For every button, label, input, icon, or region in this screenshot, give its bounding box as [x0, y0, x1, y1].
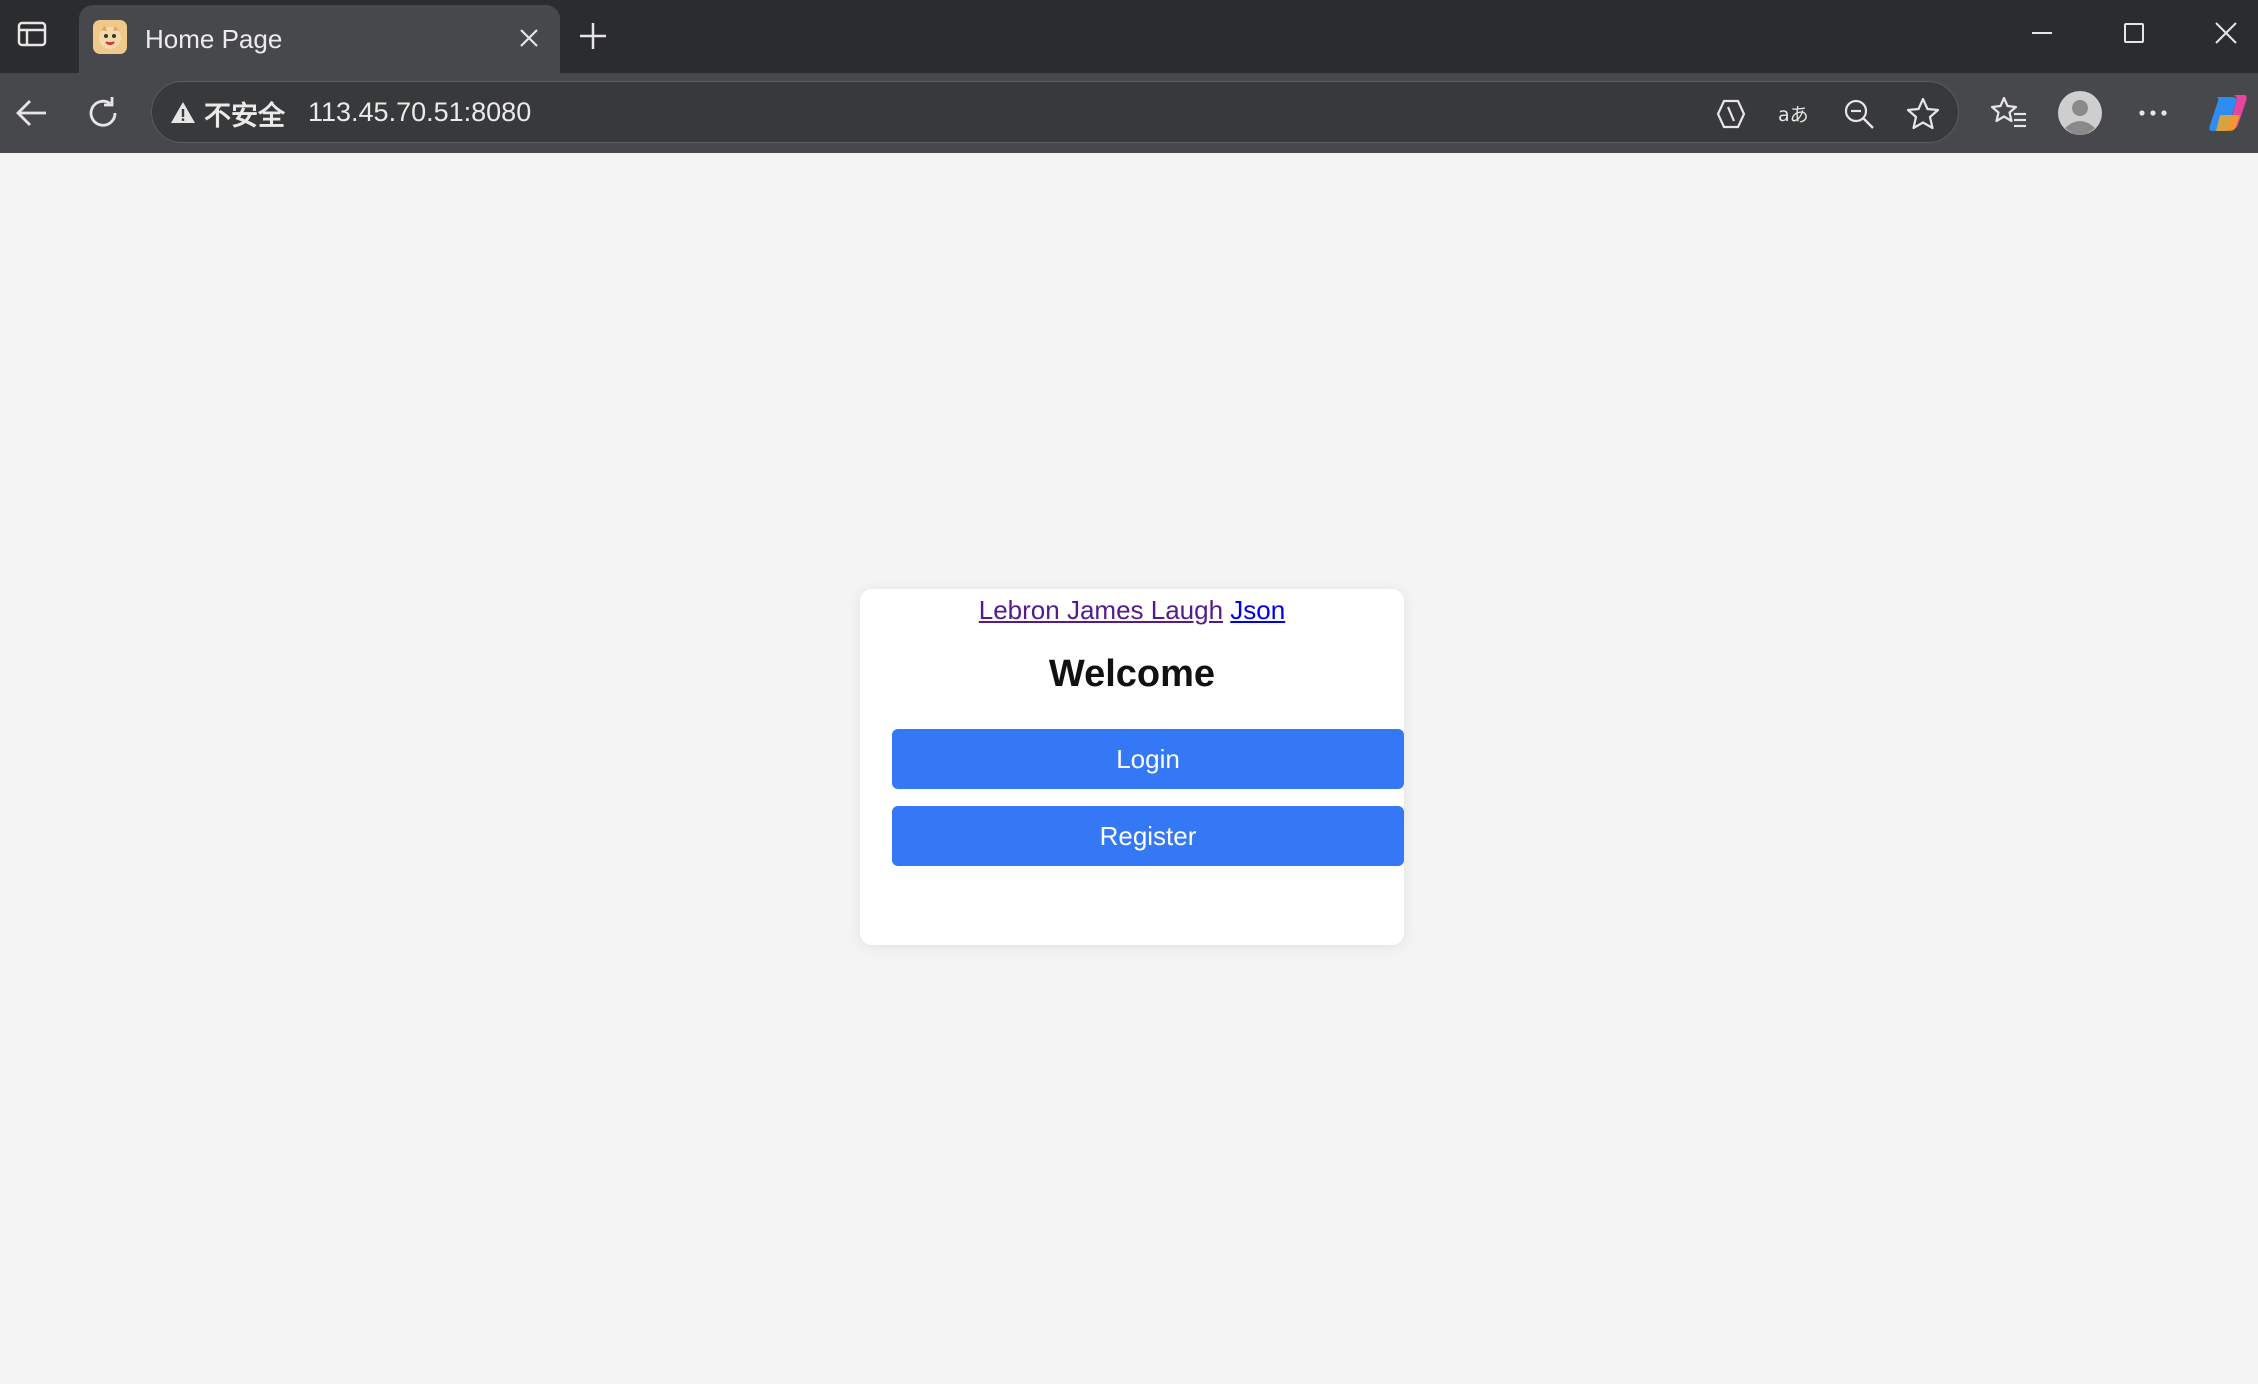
favorites-button[interactable] [1985, 89, 2033, 137]
browser-titlebar: Home Page [0, 0, 2258, 73]
warning-icon [171, 102, 195, 123]
security-label: 不安全 [204, 100, 285, 132]
favorites-list-icon [1990, 96, 2026, 128]
star-icon [1906, 97, 1940, 130]
close-window-button[interactable] [2196, 8, 2256, 58]
copilot-page-button[interactable] [1712, 95, 1750, 133]
minimize-button[interactable] [2012, 8, 2072, 58]
minimize-icon [2032, 32, 2052, 34]
copilot-button[interactable] [2204, 89, 2252, 137]
back-button[interactable] [8, 89, 56, 137]
refresh-button[interactable] [79, 89, 127, 137]
close-icon [520, 29, 538, 47]
plus-icon [580, 23, 606, 49]
json-link[interactable]: Json [1230, 595, 1285, 625]
address-bar[interactable]: 不安全 113.45.70.51:8080 aあ [151, 81, 1959, 143]
site-security-indicator[interactable]: 不安全 [170, 96, 285, 132]
back-arrow-icon [16, 100, 46, 126]
tab-title: Home Page [145, 24, 283, 54]
more-button[interactable] [2129, 89, 2177, 137]
zoom-out-icon [1844, 99, 1874, 129]
browser-toolbar: 不安全 113.45.70.51:8080 aあ [0, 73, 2258, 153]
svg-text:aあ: aあ [1778, 104, 1809, 126]
profile-avatar-icon [2058, 91, 2102, 135]
close-icon [2215, 22, 2237, 44]
add-favorite-button[interactable] [1904, 95, 1942, 133]
more-dots-icon [2139, 110, 2167, 116]
maximize-icon [2124, 23, 2144, 43]
copilot-page-icon [1716, 99, 1746, 129]
translate-icon: aあ [1778, 104, 1809, 126]
tab-close-button[interactable] [512, 21, 546, 55]
login-button[interactable]: Login [892, 729, 1404, 789]
translate-button[interactable]: aあ [1776, 95, 1814, 133]
url-text[interactable]: 113.45.70.51:8080 [308, 97, 531, 128]
lebron-james-laugh-link[interactable]: Lebron James Laugh [979, 595, 1223, 625]
tab-sidebar-icon [17, 21, 47, 47]
welcome-card: Welcome Login Register [860, 589, 1404, 945]
page-viewport: Welcome Login Register Lebron James Laug… [0, 153, 2258, 1384]
maximize-button[interactable] [2104, 8, 2164, 58]
zoom-out-button[interactable] [1840, 95, 1878, 133]
copilot-icon [2209, 95, 2247, 131]
profile-button[interactable] [2056, 89, 2104, 137]
tab-sidebar-button[interactable] [12, 14, 52, 54]
page-title: Welcome [1048, 653, 1216, 695]
new-tab-button[interactable] [573, 16, 613, 56]
browser-tab-active[interactable]: Home Page [79, 5, 560, 73]
links-row: Lebron James Laugh Json [860, 595, 1404, 626]
cat-favicon-icon [93, 20, 127, 54]
register-button[interactable]: Register [892, 806, 1404, 866]
refresh-icon [89, 97, 117, 127]
